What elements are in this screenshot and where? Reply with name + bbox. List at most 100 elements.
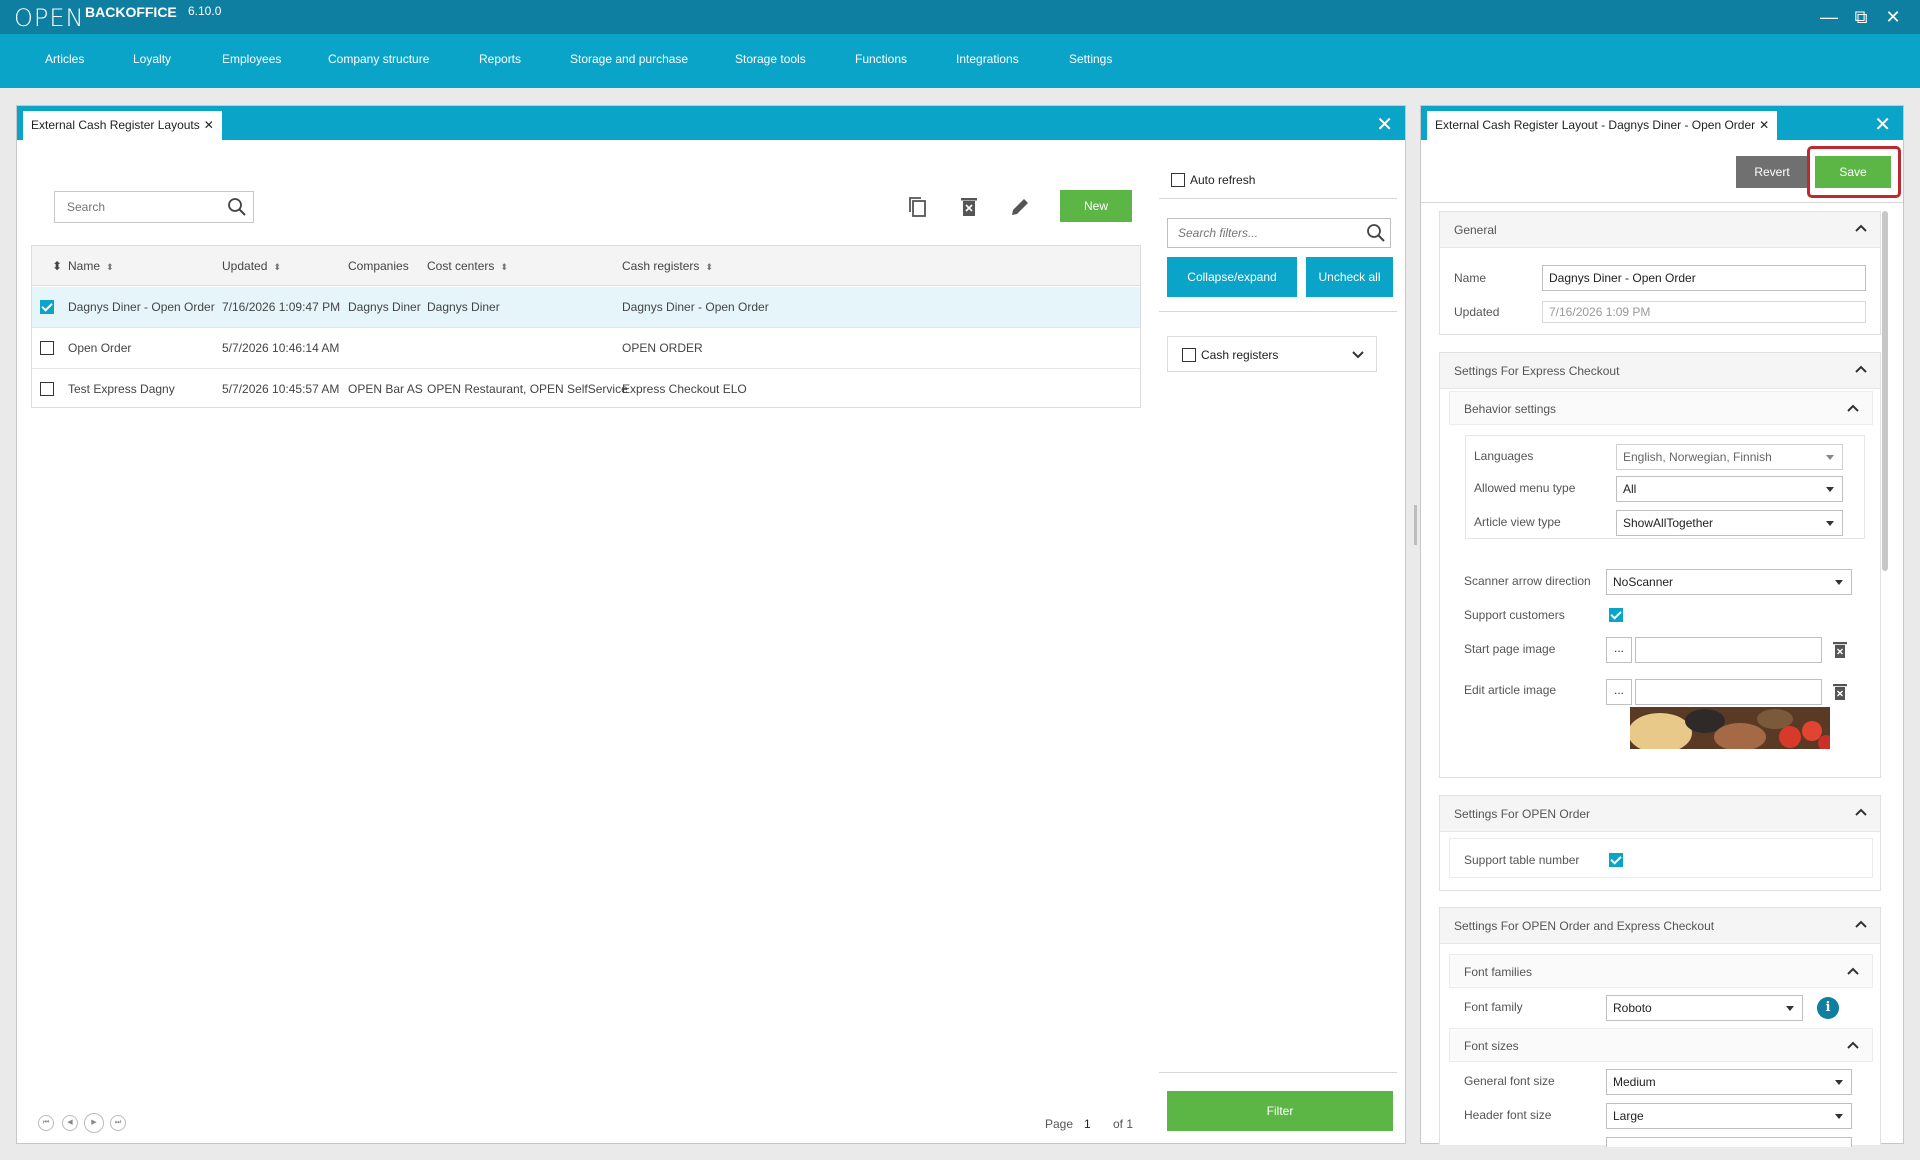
general-font-size-dropdown[interactable]: Medium [1606,1069,1852,1095]
collapse-expand-button[interactable]: Collapse/expand [1167,257,1297,297]
edit-article-image-field[interactable] [1635,679,1822,705]
chevron-down-icon[interactable] [1352,350,1364,360]
start-page-image-label: Start page image [1464,642,1556,656]
scanner-arrow-direction-dropdown[interactable]: NoScanner [1606,569,1852,595]
start-page-image-browse-button[interactable]: ... [1606,637,1632,663]
cash-registers-checkbox[interactable] [1182,348,1196,362]
cell-name: Test Express Dagny [68,382,175,396]
last-page-button[interactable]: ⏭ [110,1115,126,1131]
start-page-image-field[interactable] [1635,637,1822,663]
section-header[interactable]: Settings For Express Checkout [1440,353,1880,389]
column-updated[interactable]: Updated ⬍ [222,259,281,273]
header-font-size-dropdown[interactable]: Large [1606,1103,1852,1129]
font-sizes-header[interactable]: Font sizes [1449,1028,1873,1062]
auto-refresh-checkbox[interactable] [1171,173,1185,187]
row-checkbox[interactable] [40,382,54,396]
scrollbar-thumb[interactable] [1882,211,1888,571]
behavior-settings-header[interactable]: Behavior settings [1449,391,1873,425]
table-row[interactable]: Dagnys Diner - Open Order 7/16/2026 1:09… [32,287,1140,328]
nav-storage-and-purchase[interactable]: Storage and purchase [570,52,688,66]
cash-registers-filter[interactable]: Cash registers [1167,336,1377,372]
next-dropdown-partial[interactable] [1606,1137,1852,1147]
tab-external-cash-register-layouts[interactable]: External Cash Register Layouts ✕ [23,111,222,140]
minimize-button[interactable]: — [1816,4,1842,30]
row-checkbox[interactable] [40,341,54,355]
restore-button[interactable]: ⧉ [1848,4,1874,30]
column-name[interactable]: Name ⬍ [68,259,114,273]
nav-company-structure[interactable]: Company structure [328,52,429,66]
section-title: Settings For OPEN Order and Express Chec… [1454,919,1715,933]
font-families-header[interactable]: Font families [1449,954,1873,988]
column-cost-centers[interactable]: Cost centers ⬍ [427,259,508,273]
chevron-up-icon[interactable] [1846,1038,1860,1052]
close-panel-icon[interactable]: ✕ [1376,112,1393,137]
search-icon[interactable] [227,197,247,217]
close-tab-icon[interactable]: ✕ [204,118,214,132]
nav-reports[interactable]: Reports [479,52,521,66]
cell-updated: 5/7/2026 10:46:14 AM [222,341,340,355]
sort-icon[interactable]: ⬍ [52,259,62,273]
delete-icon[interactable] [1832,683,1848,701]
support-table-number-checkbox[interactable] [1609,853,1623,867]
chevron-up-icon[interactable] [1854,805,1868,819]
section-title: Settings For OPEN Order [1454,807,1591,821]
nav-loyalty[interactable]: Loyalty [133,52,171,66]
nav-articles[interactable]: Articles [45,52,84,66]
delete-icon[interactable] [1832,641,1848,659]
nav-integrations[interactable]: Integrations [956,52,1019,66]
column-cash-registers[interactable]: Cash registers ⬍ [622,259,713,273]
prev-page-button[interactable]: ◀ [62,1115,78,1131]
search-icon[interactable] [1366,223,1386,243]
copy-icon[interactable] [906,195,930,219]
support-customers-checkbox[interactable] [1609,608,1623,622]
table-row[interactable]: Test Express Dagny 5/7/2026 10:45:57 AM … [32,369,1140,410]
chevron-up-icon[interactable] [1854,362,1868,376]
cell-companies: Dagnys Diner [348,300,421,314]
column-companies[interactable]: Companies [348,259,409,273]
table-row[interactable]: Open Order 5/7/2026 10:46:14 AM OPEN ORD… [32,328,1140,369]
name-field[interactable]: Dagnys Diner - Open Order [1542,265,1866,291]
subsection-title: Font sizes [1464,1039,1519,1053]
languages-dropdown[interactable]: English, Norwegian, Finnish [1616,444,1843,470]
allowed-menu-type-dropdown[interactable]: All [1616,476,1843,502]
section-header[interactable]: Settings For OPEN Order and Express Chec… [1440,908,1880,944]
divider [1159,1072,1397,1073]
revert-button[interactable]: Revert [1736,156,1808,188]
page-number-input[interactable]: 1 [1084,1117,1091,1131]
save-button[interactable]: Save [1815,156,1891,188]
chevron-up-icon[interactable] [1854,917,1868,931]
new-button[interactable]: New [1060,190,1132,222]
chevron-up-icon[interactable] [1846,964,1860,978]
next-page-button[interactable]: ▶ [84,1113,104,1133]
delete-icon[interactable] [957,195,981,219]
nav-settings[interactable]: Settings [1069,52,1112,66]
nav-functions[interactable]: Functions [855,52,907,66]
tab-layout-dagnys-diner[interactable]: External Cash Register Layout - Dagnys D… [1427,111,1778,140]
first-page-button[interactable]: ⏮ [38,1115,54,1131]
close-panel-icon[interactable]: ✕ [1874,112,1891,137]
font-family-dropdown[interactable]: Roboto [1606,995,1803,1021]
nav-storage-tools[interactable]: Storage tools [735,52,806,66]
nav-employees[interactable]: Employees [222,52,281,66]
cell-cost-centers: OPEN Restaurant, OPEN SelfService [427,382,628,396]
chevron-up-icon[interactable] [1846,401,1860,415]
section-header[interactable]: General [1440,212,1880,248]
divider [1421,202,1903,203]
close-window-button[interactable]: ✕ [1880,4,1906,30]
general-font-size-label: General font size [1464,1074,1555,1088]
article-view-type-dropdown[interactable]: ShowAllTogether [1616,510,1843,536]
cell-companies: OPEN Bar AS [348,382,423,396]
info-icon[interactable]: i [1817,997,1839,1019]
filter-button[interactable]: Filter [1167,1091,1393,1131]
chevron-up-icon[interactable] [1854,221,1868,235]
section-title: Settings For Express Checkout [1454,364,1620,378]
edit-article-image-browse-button[interactable]: ... [1606,679,1632,705]
section-header[interactable]: Settings For OPEN Order [1440,796,1880,832]
filter-search-input[interactable] [1168,219,1348,247]
row-checkbox[interactable] [40,300,54,314]
close-tab-icon[interactable]: ✕ [1759,118,1769,132]
edit-icon[interactable] [1008,195,1032,219]
search-input[interactable] [55,192,220,222]
splitter-handle[interactable] [1414,505,1417,545]
uncheck-all-button[interactable]: Uncheck all [1306,257,1393,297]
